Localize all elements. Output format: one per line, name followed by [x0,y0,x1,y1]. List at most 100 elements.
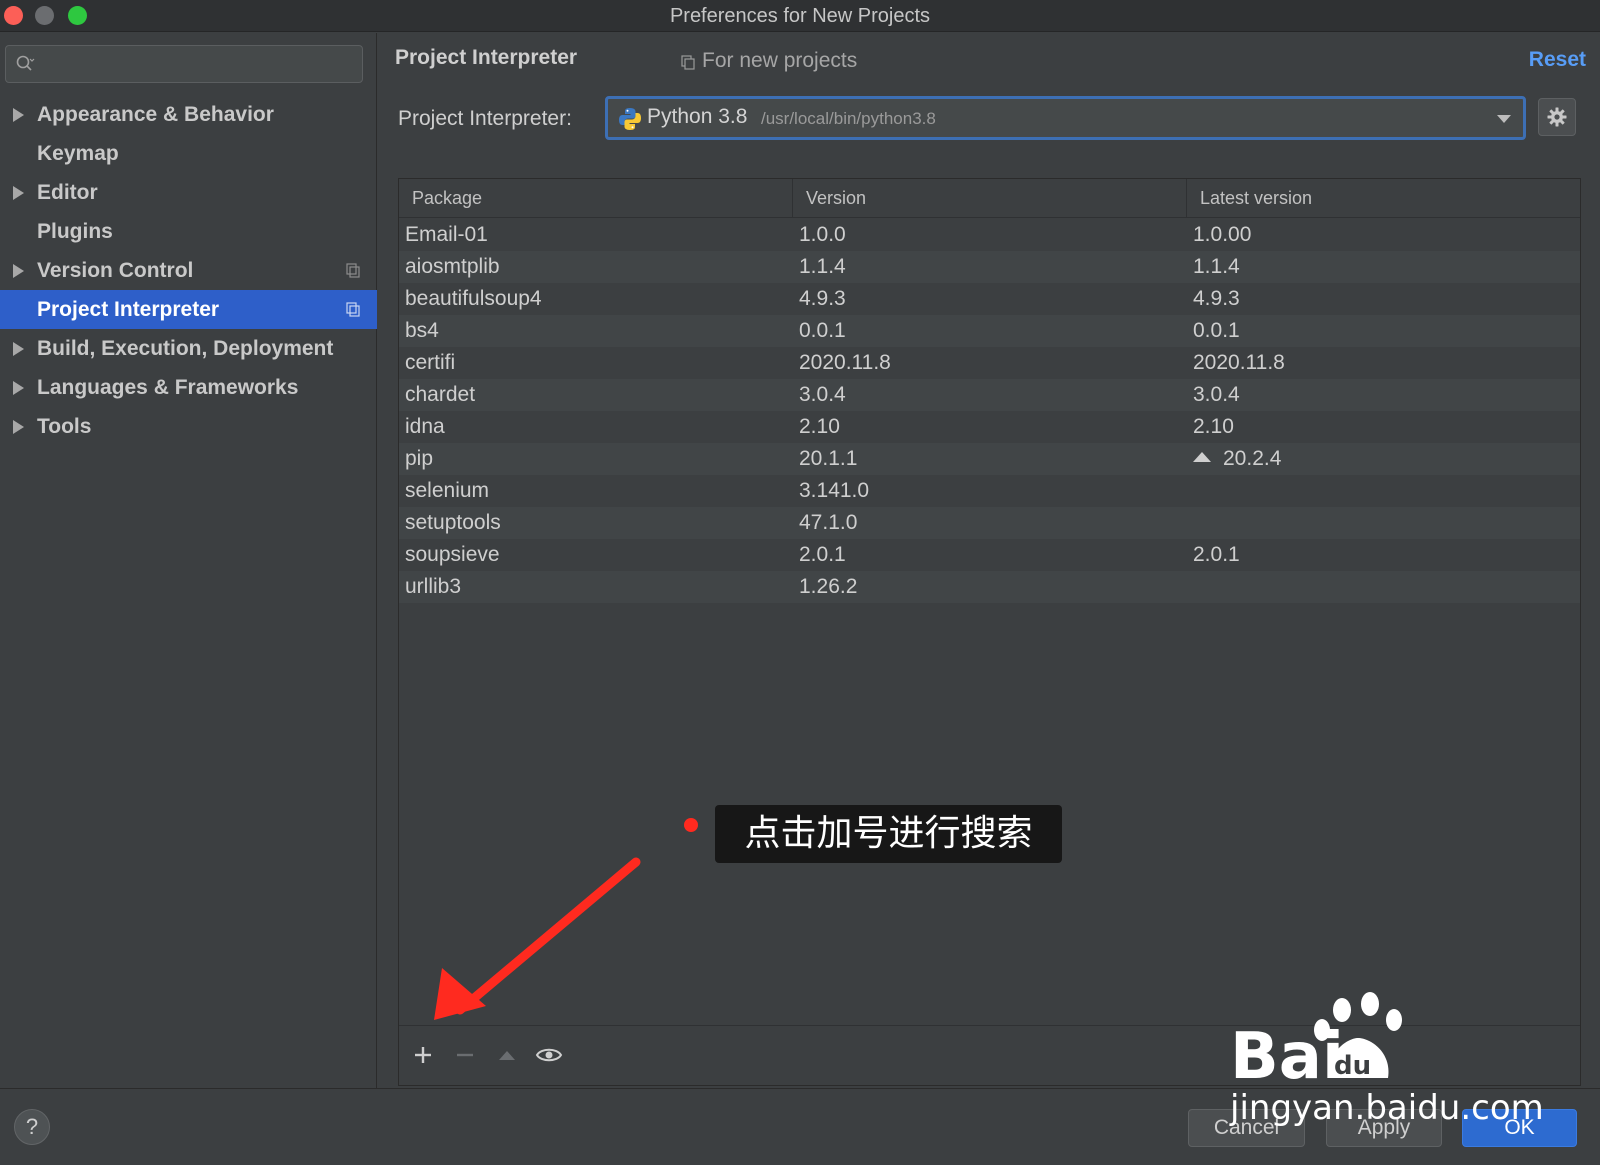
table-row[interactable]: urllib3 1.26.2 [399,571,1580,603]
table-row[interactable]: pip 20.1.1 20.2.4 [399,443,1580,475]
latest-version-cell: 2.0.1 [1193,539,1240,571]
package-name-cell: beautifulsoup4 [405,283,542,315]
package-name-cell: selenium [405,475,489,507]
latest-version-cell: 1.1.4 [1193,251,1240,283]
sidebar-item-version-control[interactable]: Version Control [0,251,377,290]
version-cell: 1.1.4 [799,251,846,283]
package-name-cell-text: selenium [405,479,490,502]
page-title: Project Interpreter [395,46,578,69]
sidebar-item-project-interpreter[interactable]: Project Interpreter [0,290,377,329]
baidu-watermark: Bai du jingyan.baidu.com [1225,990,1544,1130]
version-cell-text: 20.1.1 [799,447,858,470]
baidu-logo-icon: Bai du [1230,992,1402,1085]
latest-version-cell-text: 2.0.1 [1193,543,1240,566]
package-name-cell: bs4 [405,315,439,347]
sidebar-item-plugins[interactable]: Plugins [0,212,377,251]
copy-icon [681,55,695,70]
reset-link[interactable]: Reset [1529,48,1586,72]
package-name-cell-text: Email-01 [405,223,488,246]
gear-icon [1547,107,1567,127]
version-cell: 4.9.3 [799,283,846,315]
settings-sidebar: Appearance & Behavior Keymap Editor Plugins… [0,33,377,1088]
table-row[interactable]: beautifulsoup4 4.9.3 4.9.3 [399,283,1580,315]
package-name-cell-text: beautifulsoup4 [405,287,542,310]
sidebar-item-label: Plugins [37,220,113,243]
version-cell-text: 1.1.4 [799,255,846,278]
sidebar-item-languages-frameworks[interactable]: Languages & Frameworks [0,368,377,407]
show-early-releases-button[interactable] [533,1038,565,1072]
package-name-cell: pip [405,443,433,475]
latest-version-cell: 1.0.00 [1193,219,1251,251]
latest-version-cell: 0.0.1 [1193,315,1240,347]
latest-version-cell: 2.10 [1193,411,1234,443]
version-cell: 1.26.2 [799,571,857,603]
interpreter-settings-button[interactable] [1538,98,1576,136]
table-row[interactable]: Email-01 1.0.0 1.0.00 [399,219,1580,251]
version-cell-text: 3.141.0 [799,479,870,502]
search-icon [16,55,35,71]
help-button[interactable]: ? [14,1109,50,1145]
column-header-latest-version[interactable]: Latest version [1187,179,1581,218]
add-package-button[interactable] [407,1038,439,1072]
table-row[interactable]: aiosmtplib 1.1.4 1.1.4 [399,251,1580,283]
package-name-cell-text: idna [405,415,445,438]
latest-version-cell-text: 0.0.1 [1193,319,1240,342]
sidebar-item-label: Version Control [37,259,194,282]
table-row[interactable]: bs4 0.0.1 0.0.1 [399,315,1580,347]
python-icon [619,108,641,130]
package-name-cell: urllib3 [405,571,461,603]
interpreter-path: /usr/local/bin/python3.8 [761,109,936,128]
version-cell-text: 0.0.1 [799,319,846,342]
interpreter-name: Python 3.8 [647,105,748,128]
chevron-right-icon[interactable] [13,381,24,395]
version-cell: 2.0.1 [799,539,846,571]
sidebar-item-editor[interactable]: Editor [0,173,377,212]
column-header-package[interactable]: Package [399,179,793,218]
interpreter-label: Project Interpreter: [398,107,572,130]
scope-label: For new projects [702,49,858,72]
chevron-right-icon[interactable] [13,186,24,200]
version-cell-text: 2.0.1 [799,543,846,566]
column-header-version[interactable]: Version [793,179,1187,218]
version-cell-text: 1.0.0 [799,223,846,246]
version-cell: 0.0.1 [799,315,846,347]
table-row[interactable]: chardet 3.0.4 3.0.4 [399,379,1580,411]
package-name-cell: idna [405,411,445,443]
table-row[interactable]: selenium 3.141.0 [399,475,1580,507]
sidebar-item-appearance-behavior[interactable]: Appearance & Behavior [0,95,377,134]
table-header: Package Version Latest version [399,179,1580,218]
version-cell-text: 3.0.4 [799,383,846,406]
sidebar-item-tools[interactable]: Tools [0,407,377,446]
sidebar-item-build-execution-deployment[interactable]: Build, Execution, Deployment [0,329,377,368]
latest-version-cell-text: 20.2.4 [1223,447,1282,470]
sidebar-item-label: Tools [37,415,92,438]
interpreter-dropdown[interactable]: Python 3.8 /usr/local/bin/python3.8 [605,96,1526,140]
copy-icon [346,302,360,317]
version-cell: 47.1.0 [799,507,857,539]
latest-version-cell: 2020.11.8 [1193,347,1285,379]
version-cell-text: 47.1.0 [799,511,858,534]
chevron-right-icon[interactable] [13,342,24,356]
sidebar-item-keymap[interactable]: Keymap [0,134,377,173]
chevron-right-icon[interactable] [13,420,24,434]
latest-version-cell-text: 1.1.4 [1193,255,1240,278]
chevron-right-icon[interactable] [13,108,24,122]
package-name-cell-text: chardet [405,383,476,406]
table-row[interactable]: setuptools 47.1.0 [399,507,1580,539]
table-row[interactable]: certifi 2020.11.8 2020.11.8 [399,347,1580,379]
version-cell-text: 2.10 [799,415,840,438]
table-row[interactable]: idna 2.10 2.10 [399,411,1580,443]
table-row[interactable]: soupsieve 2.0.1 2.0.1 [399,539,1580,571]
annotation-arrow-icon [434,857,641,1020]
chevron-right-icon[interactable] [13,264,24,278]
chevron-down-icon [1497,115,1511,123]
remove-package-button[interactable] [449,1038,481,1072]
sidebar-item-label: Editor [37,181,98,204]
sidebar-item-label: Languages & Frameworks [37,376,299,399]
package-name-cell: soupsieve [405,539,500,571]
upgrade-package-button[interactable] [491,1038,523,1072]
plus-icon [415,1047,431,1063]
package-name-cell: setuptools [405,507,501,539]
settings-search-input[interactable] [5,45,363,83]
latest-version-cell-text: 4.9.3 [1193,287,1240,310]
